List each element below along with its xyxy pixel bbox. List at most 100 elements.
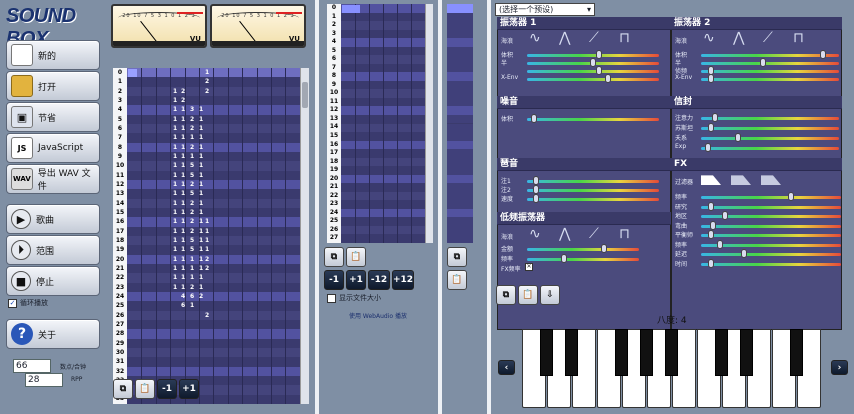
slider-knob[interactable] (707, 201, 714, 211)
sawtooth-wave-icon[interactable]: ⟋ (763, 31, 773, 45)
sawtooth-wave-icon[interactable]: ⟋ (589, 227, 599, 241)
slider-knob[interactable] (710, 220, 717, 230)
lfo-slider[interactable] (527, 254, 639, 263)
slider-knob[interactable] (605, 74, 612, 83)
sine-wave-icon[interactable]: ∿ (703, 31, 715, 45)
sine-wave-icon[interactable]: ∿ (529, 31, 541, 45)
fx-slider[interactable] (701, 258, 841, 268)
seq-paste-button[interactable]: 📋 (346, 247, 366, 267)
arp-slider[interactable] (527, 194, 659, 203)
pattern-minus-button[interactable]: -1 (157, 379, 177, 399)
triangle-wave-icon[interactable]: ⋀ (559, 227, 570, 241)
slider-knob[interactable] (596, 66, 603, 75)
slider-knob[interactable] (707, 123, 714, 132)
pattern-grid[interactable]: 1111111111111111111111221111111111111111… (127, 68, 300, 404)
bpm-input[interactable]: 28 (25, 373, 63, 387)
instrument-pattern-row[interactable] (447, 174, 473, 184)
pattern-scrollbar[interactable] (300, 68, 309, 404)
play-range-button[interactable]: ⏵ 范围 (6, 235, 100, 265)
black-key[interactable] (640, 329, 653, 376)
open-button[interactable]: 打开 (6, 71, 100, 101)
arp-slider[interactable] (527, 176, 659, 185)
instrument-pattern-row[interactable] (447, 4, 473, 13)
black-key[interactable] (715, 329, 728, 376)
instrument-pattern-row[interactable] (447, 72, 473, 81)
arp-slider[interactable] (527, 185, 659, 194)
osc2-slider[interactable] (701, 74, 839, 83)
inst-paste-button[interactable]: 📋 (518, 285, 538, 305)
transpose-minus12-button[interactable]: -12 (368, 270, 390, 290)
slider-knob[interactable] (601, 244, 608, 253)
fx-slider[interactable] (701, 230, 841, 239)
paste-button[interactable]: 📋 (135, 379, 155, 399)
instrument-pattern-row[interactable] (447, 89, 473, 98)
slider-knob[interactable] (533, 194, 540, 203)
pattern-scroll-thumb[interactable] (302, 82, 308, 108)
fx-slider[interactable] (701, 249, 841, 258)
instrument-pattern-row[interactable] (447, 55, 473, 64)
sawtooth-wave-icon[interactable]: ⟋ (589, 31, 599, 45)
square-wave-icon[interactable]: ⊓ (793, 31, 804, 45)
paste-button[interactable]: 📋 (447, 270, 467, 290)
octave-up-button[interactable]: › (831, 360, 848, 375)
inst-paste-button[interactable]: 📋 (447, 270, 467, 290)
slider-knob[interactable] (760, 58, 767, 67)
play-song-button[interactable]: ▶ 歌曲 (6, 204, 100, 234)
instrument-pattern-row[interactable] (447, 29, 473, 39)
osc2-slider[interactable] (701, 66, 839, 75)
instrument-pattern-row[interactable] (447, 21, 473, 30)
square-wave-icon[interactable]: ⊓ (619, 227, 630, 241)
instrument-pattern-row[interactable] (447, 149, 473, 158)
slider-knob[interactable] (711, 113, 718, 122)
pattern-plus-button[interactable]: +1 (179, 379, 199, 399)
fx-slider[interactable] (701, 201, 841, 211)
lfo-slider[interactable] (527, 244, 639, 253)
black-key[interactable] (565, 329, 578, 376)
osc2-slider[interactable] (701, 58, 839, 67)
show-size-toggle[interactable]: 显示文件大小 (327, 293, 381, 303)
sequencer-grid[interactable] (341, 4, 425, 243)
instrument-pattern-row[interactable] (447, 183, 473, 192)
black-key[interactable] (665, 329, 678, 376)
instrument-pattern-row[interactable] (447, 97, 473, 107)
instrument-pattern-row[interactable] (447, 114, 473, 124)
instrument-pattern-row[interactable] (447, 157, 473, 167)
lfo-fx-freq-checkbox[interactable]: ✕ (525, 263, 533, 271)
slider-knob[interactable] (722, 211, 729, 220)
fx-slider[interactable] (701, 192, 841, 201)
triangle-wave-icon[interactable]: ⋀ (559, 31, 570, 45)
slider-knob[interactable] (704, 143, 711, 152)
instrument-pattern-row[interactable] (447, 12, 473, 22)
instrument-pattern-row[interactable] (447, 63, 473, 73)
slider-knob[interactable] (741, 249, 748, 258)
slider-knob[interactable] (707, 258, 714, 268)
instrument-pattern-row[interactable] (447, 166, 473, 175)
triangle-wave-icon[interactable]: ⋀ (733, 31, 744, 45)
instrument-pattern-row[interactable] (447, 38, 473, 47)
instrument-pattern-row[interactable] (447, 191, 473, 201)
slider-knob[interactable] (788, 192, 795, 201)
slider-knob[interactable] (596, 50, 603, 59)
octave-down-button[interactable]: ‹ (498, 360, 515, 375)
instrument-pattern-row[interactable] (447, 80, 473, 90)
export-wav-button[interactable]: WAV 导出 WAV 文件 (6, 164, 100, 194)
instrument-pattern-row[interactable] (447, 132, 473, 141)
sequencer-scrollbar[interactable] (425, 4, 433, 243)
osc1-slider[interactable] (527, 58, 659, 67)
slider-knob[interactable] (533, 185, 540, 194)
copy-button[interactable]: ⧉ (113, 379, 133, 399)
stop-button[interactable]: ■ 停止 (6, 266, 100, 296)
osc1-slider[interactable] (527, 74, 659, 83)
slider-knob[interactable] (530, 114, 537, 123)
slider-knob[interactable] (707, 230, 714, 239)
fx-slider[interactable] (701, 211, 841, 220)
instrument-pattern-row[interactable] (447, 106, 473, 115)
about-button[interactable]: ? 关于 (6, 319, 100, 349)
transpose-plus1-button[interactable]: +1 (346, 270, 366, 290)
noise-slider[interactable] (527, 114, 659, 123)
instrument-pattern-row[interactable] (447, 234, 473, 243)
loop-checkbox[interactable]: ✓ (8, 298, 17, 308)
instrument-pattern-row[interactable] (447, 208, 473, 218)
slider-knob[interactable] (707, 74, 714, 83)
slider-knob[interactable] (819, 50, 826, 59)
